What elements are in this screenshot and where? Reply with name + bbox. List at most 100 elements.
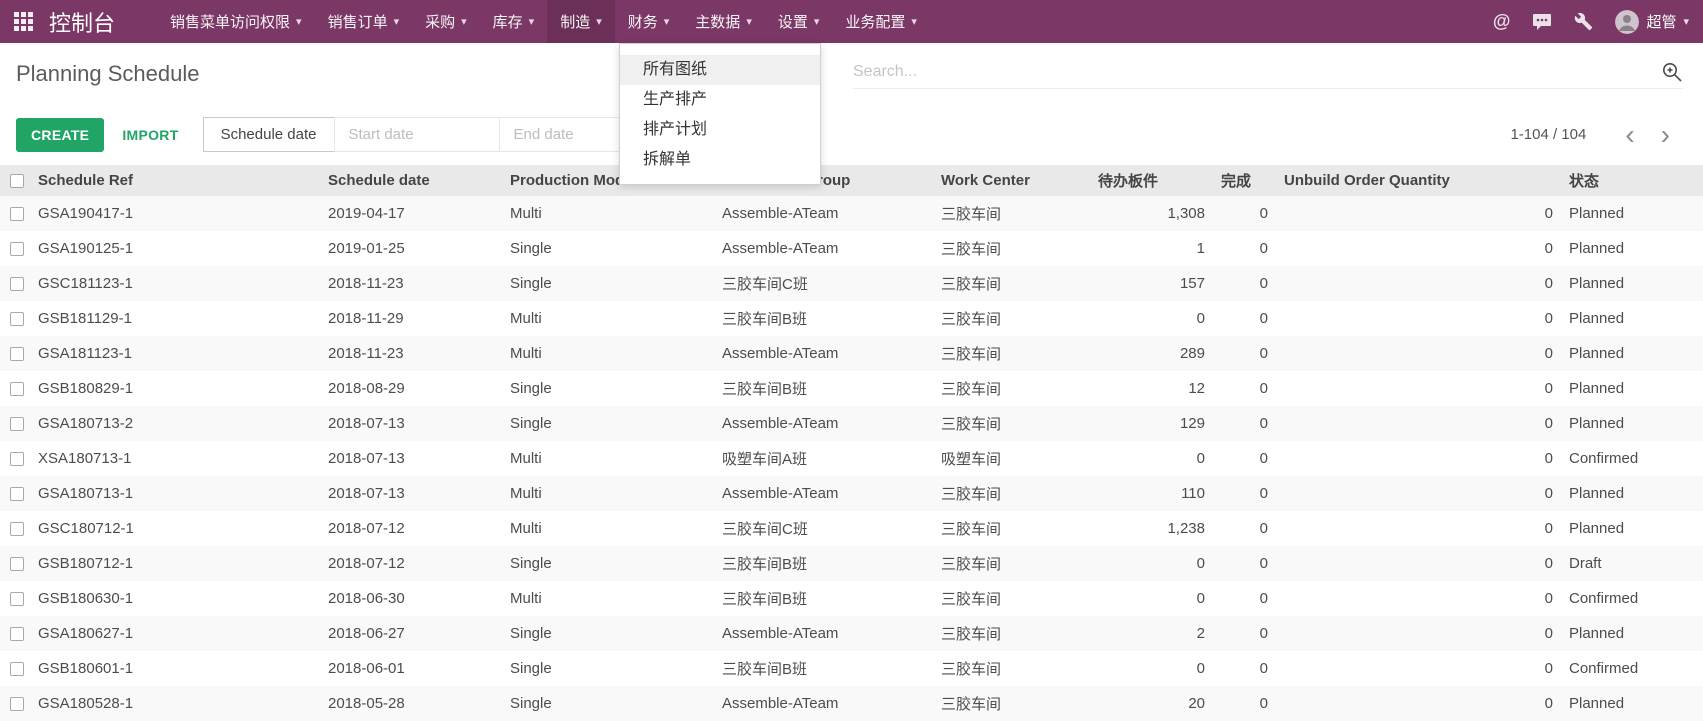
table-row[interactable]: GSB180829-12018-08-29Single三胶车间B班三胶车间120… [0,371,1703,406]
cell-work_center: 三胶车间 [933,651,1090,686]
mentions-icon[interactable]: @ [1493,11,1511,32]
cell-unbuild: 0 [1276,651,1561,686]
cell-unbuild: 0 [1276,196,1561,231]
row-checkbox[interactable] [10,347,24,361]
nav-menu-7[interactable]: 设置▾ [765,0,833,43]
dropdown-item-2[interactable]: 排产计划 [620,115,820,145]
control-panel: Planning Schedule CREATE IMPORT Schedule… [0,43,1703,165]
cell-work_center: 三胶车间 [933,301,1090,336]
row-checkbox[interactable] [10,207,24,221]
column-header-5[interactable]: 待办板件 [1090,165,1213,196]
table-row[interactable]: GSB180601-12018-06-01Single三胶车间B班三胶车间000… [0,651,1703,686]
cell-work_center: 三胶车间 [933,581,1090,616]
row-checkbox[interactable] [10,662,24,676]
row-checkbox[interactable] [10,277,24,291]
pager-previous-button[interactable]: ‹ [1612,125,1647,145]
row-checkbox[interactable] [10,697,24,711]
dropdown-item-1[interactable]: 生产排产 [620,85,820,115]
row-checkbox[interactable] [10,452,24,466]
cell-work_center: 三胶车间 [933,266,1090,301]
nav-menu-8[interactable]: 业务配置▾ [832,0,930,43]
wrench-icon[interactable] [1574,12,1593,31]
nav-menu-3[interactable]: 库存▾ [480,0,548,43]
cell-date: 2018-11-23 [320,336,502,371]
column-header-4[interactable]: Work Center [933,165,1090,196]
table-row[interactable]: GSA180627-12018-06-27SingleAssemble-ATea… [0,616,1703,651]
cell-state: Confirmed [1561,651,1703,686]
row-checkbox[interactable] [10,312,24,326]
table-row[interactable]: GSA190125-12019-01-25SingleAssemble-ATea… [0,231,1703,266]
table-row[interactable]: XSA180713-12018-07-13Multi吸塑车间A班吸塑车间000C… [0,441,1703,476]
nav-menu-0[interactable]: 销售菜单访问权限▾ [157,0,315,43]
dropdown-item-0[interactable]: 所有图纸 [620,55,820,85]
cell-done: 0 [1213,196,1276,231]
app-brand-title[interactable]: 控制台 [49,6,115,38]
cell-date: 2019-01-25 [320,231,502,266]
cell-pending: 1,308 [1090,196,1213,231]
table-row[interactable]: GSA180713-22018-07-13SingleAssemble-ATea… [0,406,1703,441]
navbar: 控制台 销售菜单访问权限▾销售订单▾采购▾库存▾制造▾财务▾主数据▾设置▾业务配… [0,0,1703,43]
row-checkbox[interactable] [10,522,24,536]
nav-menu-1[interactable]: 销售订单▾ [315,0,413,43]
chevron-down-icon: ▾ [596,15,602,28]
cell-done: 0 [1213,371,1276,406]
cell-work_center: 三胶车间 [933,546,1090,581]
cell-pending: 12 [1090,371,1213,406]
row-checkbox[interactable] [10,592,24,606]
table-row[interactable]: GSA181123-12018-11-23MultiAssemble-ATeam… [0,336,1703,371]
cell-ref: GSC180712-1 [30,511,320,546]
chevron-down-icon: ▾ [911,15,917,28]
nav-menu-2[interactable]: 采购▾ [412,0,480,43]
row-checkbox[interactable] [10,557,24,571]
table-row[interactable]: GSB180630-12018-06-30Multi三胶车间B班三胶车间000C… [0,581,1703,616]
nav-menu-4[interactable]: 制造▾ [547,0,615,43]
cell-state: Planned [1561,371,1703,406]
user-menu[interactable]: 超管 ▾ [1615,10,1689,34]
create-button[interactable]: CREATE [16,118,104,152]
row-checkbox[interactable] [10,242,24,256]
table-row[interactable]: GSA190417-12019-04-17MultiAssemble-ATeam… [0,196,1703,231]
apps-grid-icon[interactable] [14,12,33,31]
chevron-down-icon: ▾ [814,15,820,28]
column-header-7[interactable]: Unbuild Order Quantity [1276,165,1561,196]
table-row[interactable]: GSC181123-12018-11-23Single三胶车间C班三胶车间157… [0,266,1703,301]
nav-menu-5[interactable]: 财务▾ [615,0,683,43]
cell-state: Planned [1561,266,1703,301]
row-checkbox[interactable] [10,417,24,431]
pager-next-button[interactable]: › [1648,125,1683,145]
search-icon[interactable] [1661,61,1683,83]
column-header-0[interactable]: Schedule Ref [30,165,320,196]
cell-date: 2019-04-17 [320,196,502,231]
cell-mode: Multi [502,441,714,476]
column-header-1[interactable]: Schedule date [320,165,502,196]
row-checkbox-cell [0,441,30,476]
schedule-date-filter-button[interactable]: Schedule date [203,117,335,152]
page-title: Planning Schedule [16,61,199,87]
cell-work_center: 三胶车间 [933,406,1090,441]
table-row[interactable]: GSA180713-12018-07-13MultiAssemble-ATeam… [0,476,1703,511]
messages-icon[interactable] [1532,13,1552,31]
table-row[interactable]: GSC180712-12018-07-12Multi三胶车间C班三胶车间1,23… [0,511,1703,546]
table-row[interactable]: GSB181129-12018-11-29Multi三胶车间B班三胶车间000P… [0,301,1703,336]
cell-ref: GSB180630-1 [30,581,320,616]
cell-work_center: 三胶车间 [933,616,1090,651]
cell-unbuild: 0 [1276,581,1561,616]
cell-mode: Single [502,546,714,581]
search-input[interactable] [853,63,1661,81]
start-date-input[interactable]: Start date [334,117,500,152]
row-checkbox[interactable] [10,487,24,501]
navbar-right: @ 超管 ▾ [1493,10,1689,34]
column-header-6[interactable]: 完成 [1213,165,1276,196]
row-checkbox[interactable] [10,627,24,641]
row-checkbox-cell [0,476,30,511]
dropdown-item-3[interactable]: 拆解单 [620,145,820,175]
import-button[interactable]: IMPORT [122,127,178,143]
select-all-checkbox[interactable] [10,174,24,188]
column-header-8[interactable]: 状态 [1561,165,1703,196]
cell-mode: Multi [502,581,714,616]
nav-menu-6[interactable]: 主数据▾ [682,0,765,43]
cell-group: 三胶车间C班 [714,266,933,301]
cell-pending: 0 [1090,301,1213,336]
table-row[interactable]: GSB180712-12018-07-12Single三胶车间B班三胶车间000… [0,546,1703,581]
row-checkbox[interactable] [10,382,24,396]
